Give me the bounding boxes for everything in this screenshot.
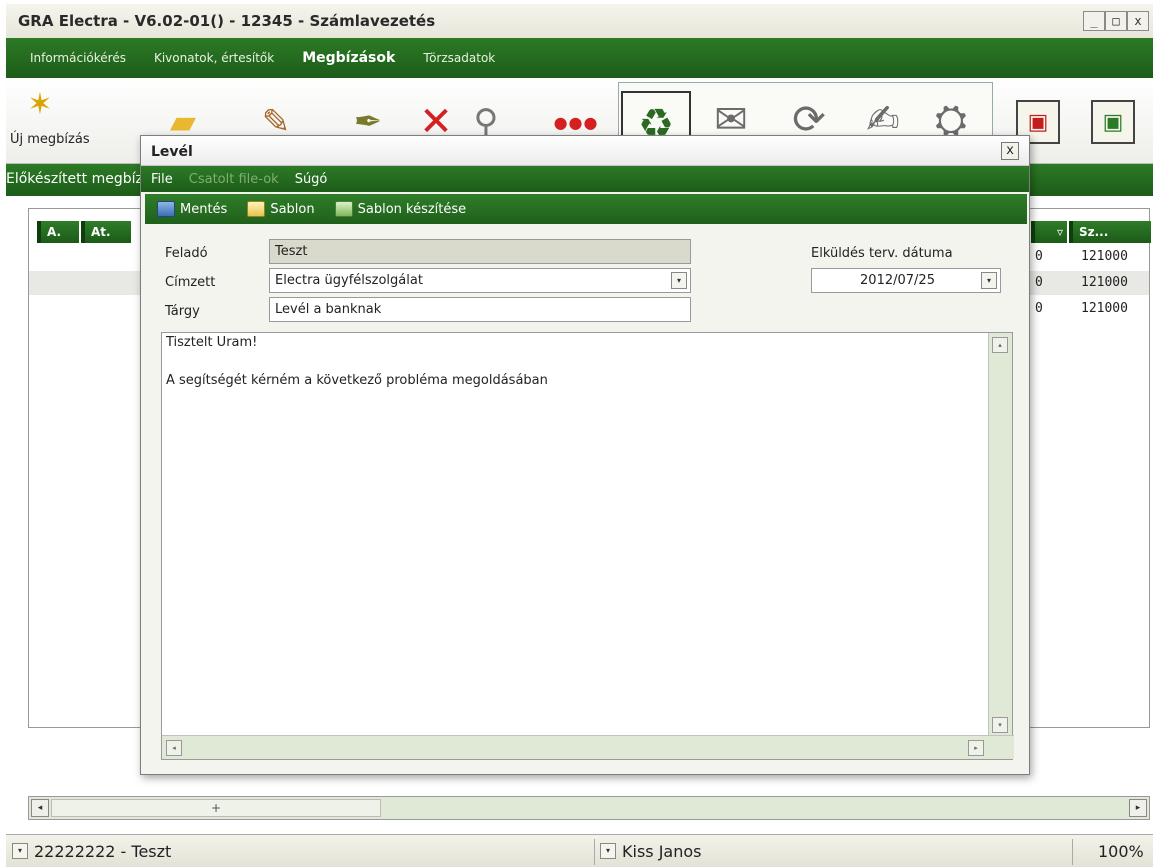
main-menu: Információkérés Kivonatok, értesítők Meg… bbox=[6, 38, 1153, 78]
dialog-close-button[interactable]: x bbox=[1001, 142, 1019, 160]
dialog-menu-attachments: Csatolt file-ok bbox=[188, 171, 279, 187]
section-title: Előkészített megbízások bbox=[6, 171, 140, 187]
column-header-sz[interactable]: Sz... bbox=[1069, 221, 1151, 243]
grid-horizontal-scrollbar[interactable]: ◂ + ▸ bbox=[28, 796, 1150, 820]
body-line-2[interactable]: A segítségét kérném a következő probléma… bbox=[166, 373, 548, 388]
subject-input[interactable]: Levél a banknak bbox=[269, 297, 691, 322]
recipient-select[interactable]: Electra ügyfélszolgálat ▾ bbox=[269, 268, 691, 293]
make-template-icon bbox=[334, 201, 353, 217]
make-template-label: Sablon készítése bbox=[357, 201, 467, 217]
scroll-right-icon[interactable]: ▸ bbox=[968, 740, 984, 756]
send-date-value: 2012/07/25 bbox=[860, 273, 935, 288]
table-cell: 121000 bbox=[1081, 301, 1128, 316]
scroll-left-icon[interactable]: ◂ bbox=[31, 799, 49, 817]
menu-item-megbizasok[interactable]: Megbízások bbox=[302, 50, 395, 66]
scroll-up-icon[interactable]: ▴ bbox=[992, 337, 1008, 353]
app-title: GRA Electra - V6.02-01() - 12345 - Száml… bbox=[18, 12, 436, 30]
minimize-button[interactable]: _ bbox=[1083, 11, 1105, 31]
new-order-label[interactable]: Új megbízás bbox=[10, 132, 90, 147]
recipient-value: Electra ügyfélszolgálat bbox=[275, 273, 423, 288]
table-cell: 0 bbox=[1035, 249, 1043, 264]
dialog-menu: File Csatolt file-ok Súgó bbox=[141, 166, 1029, 192]
make-template-button[interactable]: Sablon készítése bbox=[334, 201, 467, 217]
status-bar: ▾ 22222222 - Teszt ▾ Kiss Janos 100% bbox=[6, 834, 1153, 867]
column-header-a[interactable]: A. bbox=[37, 221, 79, 243]
app-title-bar: GRA Electra - V6.02-01() - 12345 - Száml… bbox=[6, 4, 1153, 38]
letter-dialog: Levél x File Csatolt file-ok Súgó Mentés… bbox=[140, 135, 1030, 775]
scroll-left-icon[interactable]: ◂ bbox=[166, 740, 182, 756]
dialog-title: Levél bbox=[151, 144, 193, 160]
chevron-down-icon[interactable]: ▾ bbox=[671, 272, 687, 289]
status-divider bbox=[1072, 839, 1073, 865]
dialog-menu-file[interactable]: File bbox=[151, 172, 173, 187]
save-icon bbox=[157, 201, 175, 217]
table-cell: 121000 bbox=[1081, 249, 1128, 264]
column-header-filter[interactable]: ▿ bbox=[1031, 221, 1067, 243]
scroll-thumb[interactable]: + bbox=[51, 799, 381, 817]
subject-label: Tárgy bbox=[165, 304, 200, 319]
table-cell: 0 bbox=[1035, 275, 1043, 290]
table-cell: 0 bbox=[1035, 301, 1043, 316]
template-button[interactable]: Sablon bbox=[247, 201, 315, 217]
menu-item-informaciokeres[interactable]: Információkérés bbox=[30, 51, 126, 65]
scroll-right-icon[interactable]: ▸ bbox=[1129, 799, 1147, 817]
template-icon bbox=[247, 201, 266, 217]
scroll-down-icon[interactable]: ▾ bbox=[992, 717, 1008, 733]
dialog-menu-help[interactable]: Súgó bbox=[295, 172, 328, 187]
user-dropdown-icon[interactable]: ▾ bbox=[600, 843, 616, 859]
menu-item-torzsadatok[interactable]: Törzsadatok bbox=[423, 51, 495, 65]
user-status[interactable]: Kiss Janos bbox=[622, 842, 701, 861]
send-date-label: Elküldés terv. dátuma bbox=[811, 246, 953, 261]
template-label: Sablon bbox=[270, 201, 315, 217]
chevron-down-icon[interactable]: ▾ bbox=[981, 272, 997, 289]
save-button[interactable]: Mentés bbox=[157, 201, 227, 217]
editor-horizontal-scrollbar[interactable]: ◂ ▸ bbox=[162, 735, 1014, 759]
window-controls: _ □ x bbox=[1083, 11, 1149, 31]
account-dropdown-icon[interactable]: ▾ bbox=[12, 843, 28, 859]
account-status[interactable]: 22222222 - Teszt bbox=[34, 842, 171, 861]
maximize-button[interactable]: □ bbox=[1105, 11, 1127, 31]
dialog-title-bar: Levél x bbox=[141, 136, 1029, 166]
recipient-label: Címzett bbox=[165, 275, 216, 290]
editor-vertical-scrollbar[interactable]: ▴ ▾ bbox=[988, 333, 1012, 737]
body-line-1[interactable]: Tisztelt Uram! bbox=[166, 335, 257, 350]
zoom-level: 100% bbox=[1098, 842, 1144, 861]
status-divider bbox=[594, 839, 595, 865]
column-header-at[interactable]: At. bbox=[81, 221, 131, 243]
sender-field: Teszt bbox=[269, 239, 691, 264]
save-label: Mentés bbox=[180, 201, 228, 217]
close-window-button[interactable]: x bbox=[1127, 11, 1149, 31]
menu-item-kivonatok[interactable]: Kivonatok, értesítők bbox=[154, 51, 274, 65]
dialog-toolbar: Mentés Sablon Sablon készítése bbox=[145, 194, 1027, 224]
table-cell: 121000 bbox=[1081, 275, 1128, 290]
send-date-select[interactable]: 2012/07/25 ▾ bbox=[811, 268, 1001, 293]
sender-label: Feladó bbox=[165, 246, 208, 261]
green-book-icon[interactable]: ▣ bbox=[1091, 100, 1135, 144]
message-body-editor[interactable]: Tisztelt Uram! A segítségét kérném a köv… bbox=[161, 332, 1014, 760]
new-document-icon[interactable]: ✶ bbox=[18, 82, 62, 126]
